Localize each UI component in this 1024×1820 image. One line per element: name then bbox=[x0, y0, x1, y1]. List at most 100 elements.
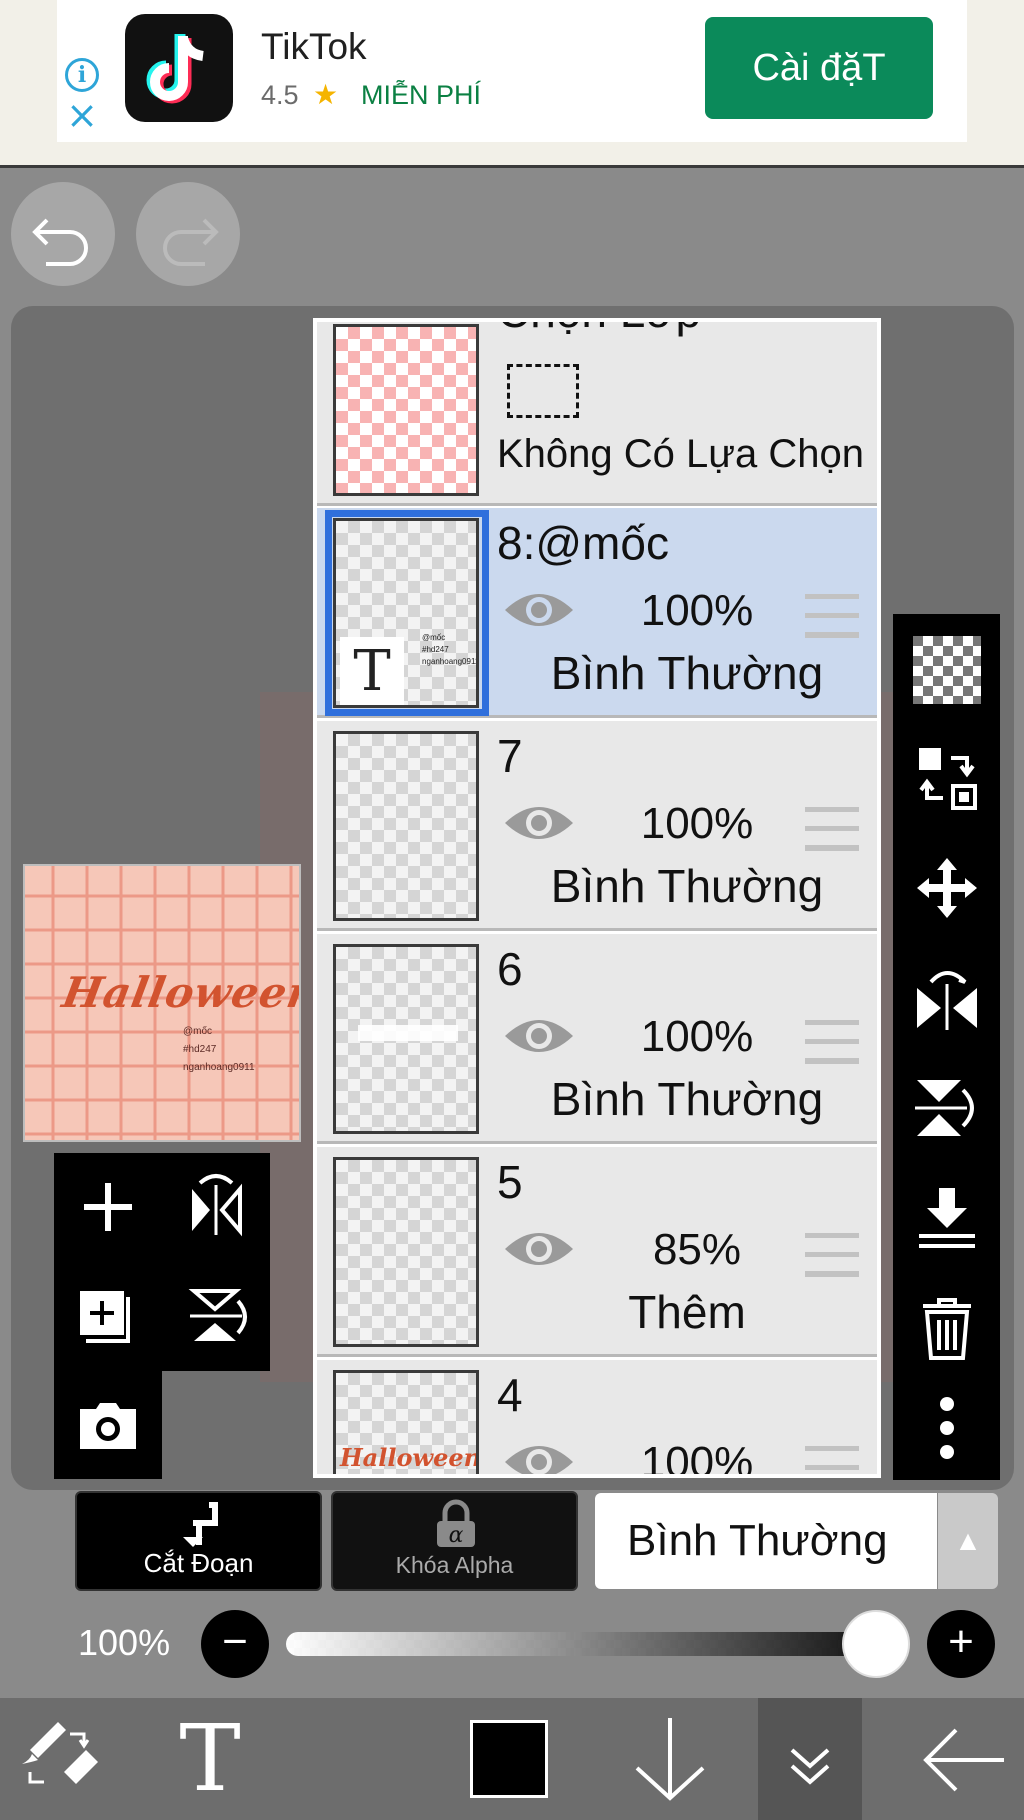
move-down-button[interactable] bbox=[615, 1698, 725, 1820]
duplicate-layer-button[interactable] bbox=[54, 1261, 162, 1369]
blend-mode-select[interactable]: Bình Thường bbox=[595, 1493, 937, 1589]
arrow-left-icon bbox=[923, 1728, 1004, 1792]
more-options-icon[interactable] bbox=[913, 1394, 981, 1462]
layer-thumbnail bbox=[333, 731, 479, 921]
drag-handle-icon[interactable] bbox=[805, 1233, 859, 1277]
layer-row[interactable]: Halloween 4 100% bbox=[317, 1360, 877, 1478]
current-color-swatch[interactable] bbox=[470, 1720, 548, 1798]
move-icon[interactable] bbox=[913, 854, 981, 922]
layer-thumbnail: T @mốc #hd247 nganhoang0911 bbox=[333, 518, 479, 708]
flip-vertical-icon[interactable] bbox=[913, 1074, 981, 1142]
close-icon[interactable]: × bbox=[65, 96, 99, 134]
layers-collapse-button[interactable] bbox=[758, 1698, 862, 1820]
alpha-lock-button[interactable]: α Khóa Alpha bbox=[331, 1491, 578, 1591]
eye-icon[interactable] bbox=[503, 1227, 575, 1271]
eye-icon[interactable] bbox=[503, 801, 575, 845]
layer-thumbnail: Halloween bbox=[333, 1370, 479, 1474]
layer-name: 8:@mốc bbox=[497, 517, 669, 569]
canvas-text-line: @mốc bbox=[183, 1026, 213, 1037]
layer-name: 4 bbox=[497, 1369, 523, 1421]
svg-text:α: α bbox=[449, 1523, 464, 1548]
layer-name: 5 bbox=[497, 1156, 523, 1208]
white-text-shape bbox=[358, 1025, 458, 1041]
flip-vertical-icon bbox=[188, 1289, 247, 1341]
flip-vertical-button[interactable] bbox=[162, 1261, 270, 1369]
arrow-down-icon bbox=[635, 1718, 705, 1801]
eye-icon[interactable] bbox=[503, 1440, 575, 1478]
selection-status: Không Có Lựa Chọn bbox=[497, 432, 865, 476]
clipping-label: Cắt Đoạn bbox=[143, 1548, 254, 1578]
camera-button[interactable] bbox=[54, 1371, 162, 1479]
ad-price: MIỄN PHÍ bbox=[361, 80, 482, 110]
undo-icon bbox=[32, 218, 88, 266]
layer-swap-icon[interactable] bbox=[913, 744, 981, 812]
opacity-label: 100% bbox=[78, 1622, 171, 1663]
info-icon[interactable]: i bbox=[65, 58, 99, 92]
merge-down-icon[interactable] bbox=[913, 1184, 981, 1252]
drag-handle-icon[interactable] bbox=[805, 594, 859, 638]
opacity-slider-thumb[interactable] bbox=[842, 1610, 910, 1678]
lock-icon: α bbox=[437, 1499, 475, 1548]
layer-opacity: 100% bbox=[640, 586, 754, 635]
layer-side-toolbar bbox=[893, 614, 1000, 1480]
selection-layer-thumbnail bbox=[333, 324, 479, 496]
ad-banner[interactable]: i × TikTok 4.5 ★ MIỄN PHÍ Cài đặT bbox=[57, 0, 967, 142]
layer-blend-mode: Bình Thường bbox=[550, 860, 824, 912]
layer-opacity: 85% bbox=[652, 1225, 742, 1274]
text-tool-icon[interactable]: T bbox=[160, 1698, 260, 1820]
install-button[interactable]: Cài đặT bbox=[705, 17, 933, 119]
layer-thumb-art: Halloween bbox=[340, 1443, 479, 1472]
layer-opacity: 100% bbox=[640, 1438, 754, 1478]
layer-thumbnail bbox=[333, 1157, 479, 1347]
back-button[interactable] bbox=[904, 1698, 1024, 1820]
tool-switch-button[interactable] bbox=[0, 1698, 120, 1820]
brush-eraser-icon bbox=[22, 1722, 98, 1784]
blend-mode-dropdown-arrow-icon[interactable]: ▲ bbox=[938, 1493, 998, 1589]
layer-blend-mode: Thêm bbox=[628, 1286, 746, 1338]
layer-row[interactable]: T @mốc #hd247 nganhoang0911 8:@mốc 100% … bbox=[317, 508, 877, 718]
flip-horizontal-icon[interactable] bbox=[913, 964, 981, 1032]
layer-row[interactable]: 6 100% Bình Thường bbox=[317, 934, 877, 1144]
ad-app-name: TikTok bbox=[261, 26, 367, 67]
drag-handle-icon[interactable] bbox=[805, 807, 859, 851]
layer-opacity: 100% bbox=[640, 799, 754, 848]
flip-horizontal-button[interactable] bbox=[162, 1153, 270, 1261]
drag-handle-icon[interactable] bbox=[805, 1446, 859, 1474]
text-layer-icon: T bbox=[340, 637, 404, 705]
undo-button[interactable] bbox=[11, 182, 115, 286]
layer-name: 7 bbox=[497, 730, 523, 782]
alpha-lock-label: Khóa Alpha bbox=[395, 1552, 514, 1578]
camera-icon bbox=[80, 1403, 136, 1449]
selection-layer-row[interactable]: Chọn Lớp Không Có Lựa Chọn bbox=[317, 322, 877, 506]
transparency-icon[interactable] bbox=[913, 636, 981, 704]
layer-row[interactable]: 7 100% Bình Thường bbox=[317, 721, 877, 931]
layer-name: 6 bbox=[497, 943, 523, 995]
clipping-button[interactable]: Cắt Đoạn bbox=[75, 1491, 322, 1591]
ad-rating: 4.5 bbox=[261, 80, 299, 110]
tiktok-app-icon[interactable] bbox=[125, 14, 233, 122]
canvas-title-art: Halloween bbox=[58, 968, 301, 1017]
redo-button[interactable] bbox=[136, 182, 240, 286]
layer-tools-panel-bottom bbox=[54, 1371, 162, 1479]
chevron-double-down-icon bbox=[790, 1748, 830, 1785]
layer-opacity: 100% bbox=[640, 1012, 754, 1061]
clipping-icon bbox=[183, 1502, 218, 1547]
opacity-slider-track[interactable] bbox=[286, 1632, 890, 1656]
drag-handle-icon[interactable] bbox=[805, 1020, 859, 1064]
add-layer-button[interactable] bbox=[54, 1153, 162, 1261]
selection-layer-title: Chọn Lớp bbox=[497, 322, 701, 338]
layer-thumb-text: #hd247 bbox=[422, 645, 449, 654]
redo-icon bbox=[163, 218, 219, 266]
layer-row[interactable]: 5 85% Thêm bbox=[317, 1147, 877, 1357]
layer-panel[interactable]: Chọn Lớp Không Có Lựa Chọn T @mốc #hd247… bbox=[313, 318, 881, 1478]
opacity-decrease-button[interactable]: − bbox=[201, 1610, 269, 1678]
canvas-text-line: nganhoang0911 bbox=[183, 1062, 255, 1073]
layer-blend-mode: Bình Thường bbox=[550, 647, 824, 699]
eye-icon[interactable] bbox=[503, 588, 575, 632]
ad-banner-area: i × TikTok 4.5 ★ MIỄN PHÍ Cài đặT bbox=[0, 0, 1024, 168]
canvas-text-line: #hd247 bbox=[183, 1044, 217, 1055]
canvas-preview[interactable]: Halloween @mốc #hd247 nganhoang0911 bbox=[23, 864, 301, 1142]
trash-icon[interactable] bbox=[913, 1294, 981, 1362]
opacity-increase-button[interactable]: + bbox=[927, 1610, 995, 1678]
eye-icon[interactable] bbox=[503, 1014, 575, 1058]
